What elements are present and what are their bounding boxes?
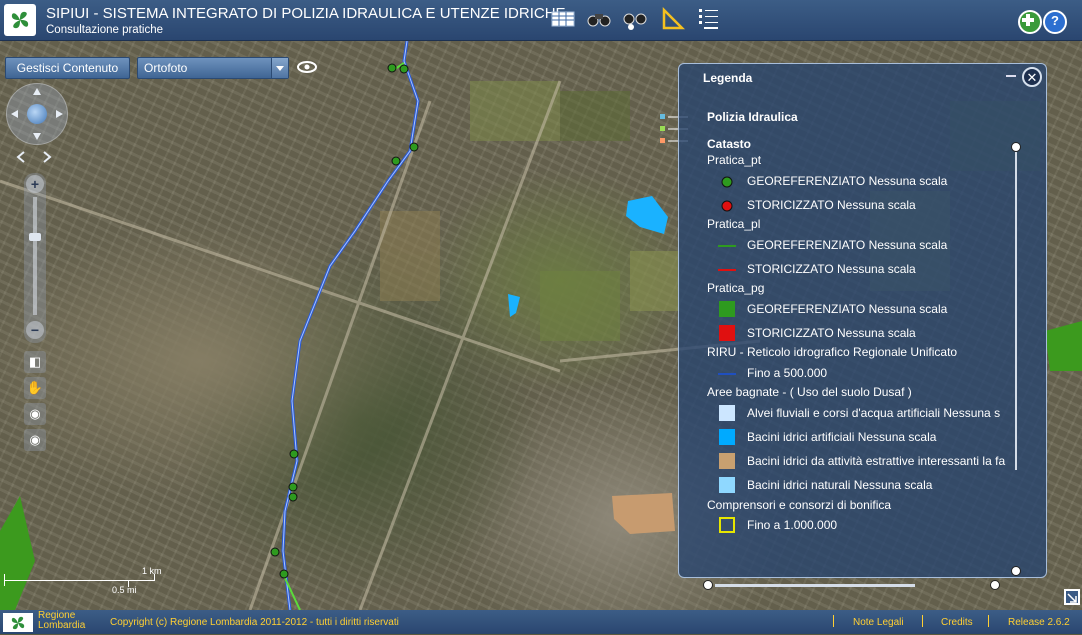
close-icon[interactable]: ✕: [1022, 67, 1042, 87]
add-icon[interactable]: [1018, 10, 1042, 34]
region-logo: [3, 613, 33, 632]
ruler-triangle-icon[interactable]: [660, 6, 686, 32]
scroll-left-icon[interactable]: [703, 580, 713, 590]
zoom-slider[interactable]: + −: [24, 173, 46, 343]
scale-mi: 0.5 mi: [112, 585, 137, 595]
legend-title: Legenda: [703, 71, 753, 85]
basemap-select[interactable]: Ortofoto: [137, 57, 289, 79]
red-point-icon: [721, 200, 733, 212]
blue-line-icon: [718, 373, 736, 375]
legend-panel[interactable]: Legenda ✕ Polizia Idraulica Catasto Prat…: [678, 63, 1047, 590]
overview-map-toggle-icon[interactable]: [1064, 589, 1080, 605]
hand-pan-icon[interactable]: ✋: [24, 377, 46, 399]
green-point-icon: [721, 176, 733, 188]
app-logo: [4, 4, 36, 36]
brown-polygon-icon: [719, 453, 735, 469]
red-polygon-icon: [719, 325, 735, 341]
binoculars-icon[interactable]: [586, 6, 612, 32]
app-footer: Regione Lombardia Copyright (c) Regione …: [0, 610, 1082, 634]
yellow-outline-icon: [719, 517, 735, 533]
blue-polygon-icon: [719, 429, 735, 445]
layer-list-icon[interactable]: [696, 6, 722, 32]
help-icon[interactable]: ?: [1043, 10, 1067, 34]
scroll-track[interactable]: [1015, 152, 1017, 470]
scale-bar: 1 km 0.5 mi: [4, 566, 164, 598]
table-icon[interactable]: [550, 6, 576, 32]
pan-control[interactable]: [6, 83, 68, 145]
region-name: Regione Lombardia: [38, 610, 86, 631]
legend-layer-pl: Pratica_pl: [707, 217, 761, 231]
footer-divider: [922, 615, 923, 627]
eye-icon[interactable]: [296, 59, 318, 75]
scale-km: 1 km: [142, 566, 162, 576]
legend-section: Catasto: [707, 137, 752, 151]
legend-content: Polizia Idraulica Catasto Pratica_pt GEO…: [707, 110, 1006, 533]
app-header: SIPIUI - SISTEMA INTEGRATO DI POLIZIA ID…: [0, 0, 1082, 41]
note-legali-link[interactable]: Note Legali: [853, 617, 904, 628]
scroll-right-icon[interactable]: [990, 580, 1000, 590]
binoculars-search-icon[interactable]: [622, 6, 648, 32]
credits-link[interactable]: Credits: [941, 617, 973, 628]
legend-layer-aree: Aree bagnate - ( Uso del suolo Dusaf ): [707, 385, 912, 399]
info-icon[interactable]: ◧: [24, 351, 46, 373]
legend-layer-riru: RIRU - Reticolo idrografico Regionale Un…: [707, 345, 958, 359]
horizontal-scroll-track[interactable]: [715, 584, 915, 587]
minimize-icon[interactable]: [1006, 75, 1016, 77]
chevron-down-icon[interactable]: [271, 58, 288, 78]
footer-divider: [988, 615, 989, 627]
footer-divider: [833, 615, 834, 627]
zoom-track[interactable]: [33, 197, 37, 315]
light-blue-polygon-icon: [719, 405, 735, 421]
map-view[interactable]: Gestisci Contenuto Ortofoto + − ◧ ✋ ◉ ◉ …: [0, 41, 1082, 610]
release-text: Release 2.6.2: [1008, 617, 1070, 628]
pan-arrows-icon[interactable]: [7, 84, 67, 144]
legend-horizontal-scrollbar[interactable]: [703, 580, 1000, 590]
zoom-out-button[interactable]: −: [26, 321, 44, 339]
full-extent-icon[interactable]: ◉: [24, 429, 46, 451]
app-title: SIPIUI - SISTEMA INTEGRATO DI POLIZIA ID…: [46, 5, 566, 22]
zoom-in-button[interactable]: +: [26, 175, 44, 193]
history-nav[interactable]: [14, 149, 54, 165]
copyright-text: Copyright (c) Regione Lombardia 2011-201…: [110, 617, 399, 628]
scroll-up-icon[interactable]: [1011, 142, 1021, 152]
red-line-icon: [718, 269, 736, 271]
manage-content-button[interactable]: Gestisci Contenuto: [5, 57, 130, 79]
cyan-polygon-icon: [719, 477, 735, 493]
legend-layer-pg: Pratica_pg: [707, 281, 765, 295]
scroll-down-icon[interactable]: [1011, 566, 1021, 576]
legend-vertical-scrollbar[interactable]: [1011, 142, 1021, 576]
legend-layer-pt: Pratica_pt: [707, 153, 762, 167]
zoom-thumb[interactable]: [29, 233, 41, 241]
green-line-icon: [718, 245, 736, 247]
basemap-value: Ortofoto: [144, 61, 188, 75]
app-subtitle: Consultazione pratiche: [46, 24, 163, 36]
legend-group: Polizia Idraulica: [707, 110, 798, 124]
zoom-box-icon[interactable]: ◉: [24, 403, 46, 425]
green-polygon-icon: [719, 301, 735, 317]
legend-layer-compr: Comprensori e consorzi di bonifica: [707, 498, 892, 512]
